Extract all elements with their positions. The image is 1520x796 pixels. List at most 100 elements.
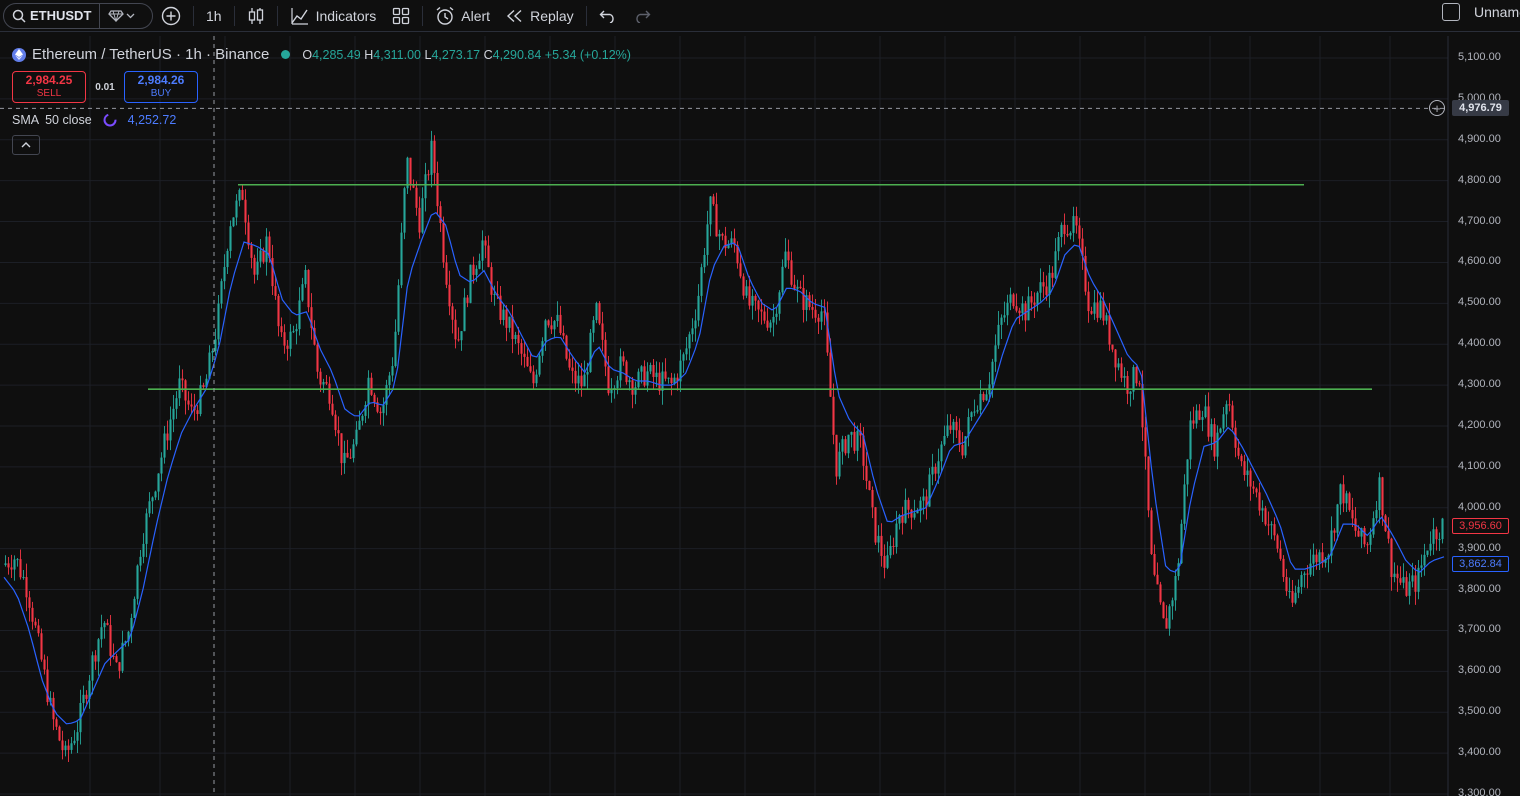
candle-body <box>238 189 241 201</box>
exchange-selector[interactable] <box>100 9 143 22</box>
templates-button[interactable] <box>384 3 418 29</box>
candle-body <box>4 563 7 566</box>
redo-button[interactable] <box>625 3 659 29</box>
candle-body <box>1099 300 1102 318</box>
candle-body <box>139 556 142 566</box>
price-chart[interactable] <box>0 36 1520 796</box>
candle-body <box>970 412 973 418</box>
candle-body <box>1318 552 1321 563</box>
candle-body <box>289 331 292 349</box>
candle-body <box>400 232 403 286</box>
candle-body <box>556 314 559 322</box>
candle-body <box>1252 486 1255 489</box>
candle-body <box>628 380 631 383</box>
candle-body <box>229 226 232 251</box>
symbol-search-button[interactable]: ETHUSDT <box>4 3 101 28</box>
candle-body <box>25 577 28 598</box>
candle-body <box>1027 296 1030 321</box>
candle-body <box>493 293 496 295</box>
toolbar-separator <box>585 5 587 26</box>
interval-button[interactable]: 1h <box>198 3 230 29</box>
candle-body <box>655 372 658 377</box>
last-price-tag: 3,956.60 <box>1452 517 1509 534</box>
compare-symbol-button[interactable] <box>153 3 189 29</box>
candle-body <box>217 303 220 340</box>
candle-body <box>1399 578 1402 583</box>
replay-button[interactable]: Replay <box>498 3 582 29</box>
candle-body <box>574 370 577 384</box>
market-status-dot[interactable] <box>281 50 291 59</box>
candles-icon <box>248 7 263 24</box>
candle-body <box>748 286 751 306</box>
candle-body <box>652 364 655 377</box>
high-label: H <box>364 47 374 62</box>
candle-body <box>829 352 832 397</box>
buy-button[interactable]: 2,984.26 BUY <box>124 71 198 103</box>
horizontal-lines[interactable] <box>148 183 1372 391</box>
candle-body <box>196 410 199 414</box>
close-value: 4,290.84 <box>492 47 542 62</box>
buy-label: BUY <box>150 88 172 99</box>
candle-body <box>757 300 760 310</box>
candle-body <box>712 196 715 205</box>
candle-body <box>940 444 943 462</box>
candle-body <box>319 371 322 385</box>
candle-body <box>445 262 448 285</box>
candle-body <box>1255 488 1258 493</box>
candle-body <box>460 331 463 341</box>
candle-body <box>844 439 847 454</box>
alert-button[interactable]: Alert <box>427 3 498 29</box>
candle-body <box>553 321 556 330</box>
indicators-button[interactable]: Indicators <box>282 3 385 29</box>
candle-body <box>703 254 706 268</box>
candle-body <box>1000 317 1003 325</box>
candle-body <box>910 509 913 518</box>
open-value: 4,285.49 <box>312 47 361 62</box>
candle-body <box>604 339 607 367</box>
layout-checkbox[interactable] <box>1442 3 1460 21</box>
candle-body <box>70 743 73 750</box>
candle-body <box>1108 315 1111 345</box>
layout-name[interactable]: Unnamed <box>1474 4 1520 20</box>
price-axis-tick: 3,700.00 <box>1458 623 1501 636</box>
grid-icon <box>393 7 410 24</box>
candle-body <box>907 499 910 510</box>
candle-body <box>1036 292 1039 305</box>
candle-body <box>889 545 892 556</box>
candle-body <box>1087 291 1090 312</box>
candle-body <box>1078 225 1081 239</box>
candle-body <box>1210 424 1213 437</box>
candle-body <box>580 375 583 387</box>
candle-body <box>259 250 262 262</box>
candle-body <box>382 404 385 414</box>
candle-body <box>256 261 259 275</box>
candle-body <box>1291 591 1294 603</box>
chart-type-button[interactable] <box>239 3 273 29</box>
symbol-title[interactable]: Ethereum / TetherUS · 1h · Binance <box>32 46 269 63</box>
spread-value: 0.01 <box>95 81 115 93</box>
candle-body <box>1150 510 1153 554</box>
sell-button[interactable]: 2,984.25 SELL <box>12 71 86 103</box>
candle-body <box>1156 574 1159 585</box>
candle-body <box>685 348 688 355</box>
collapse-legend-button[interactable] <box>12 135 40 155</box>
candle-body <box>241 189 244 200</box>
candle-body <box>235 200 238 218</box>
candle-body <box>1426 550 1429 555</box>
candle-body <box>532 371 535 384</box>
symbol-search[interactable]: ETHUSDT <box>3 2 153 29</box>
candle-body <box>946 425 949 436</box>
candle-body <box>1177 563 1180 577</box>
chart-pane[interactable] <box>0 36 1520 796</box>
candle-body <box>190 404 193 407</box>
candle-body <box>694 320 697 329</box>
sma-legend[interactable]: SMA 50 close 4,252.72 <box>12 112 176 128</box>
candle-body <box>1309 563 1312 575</box>
candle-body <box>1279 548 1282 559</box>
candle-body <box>883 555 886 568</box>
undo-button[interactable] <box>591 3 625 29</box>
candle-body <box>1132 367 1135 392</box>
candle-body <box>598 303 601 324</box>
chart-legend: Ethereum / TetherUS · 1h · Binance O4,28… <box>12 46 631 63</box>
candle-body <box>316 344 319 372</box>
